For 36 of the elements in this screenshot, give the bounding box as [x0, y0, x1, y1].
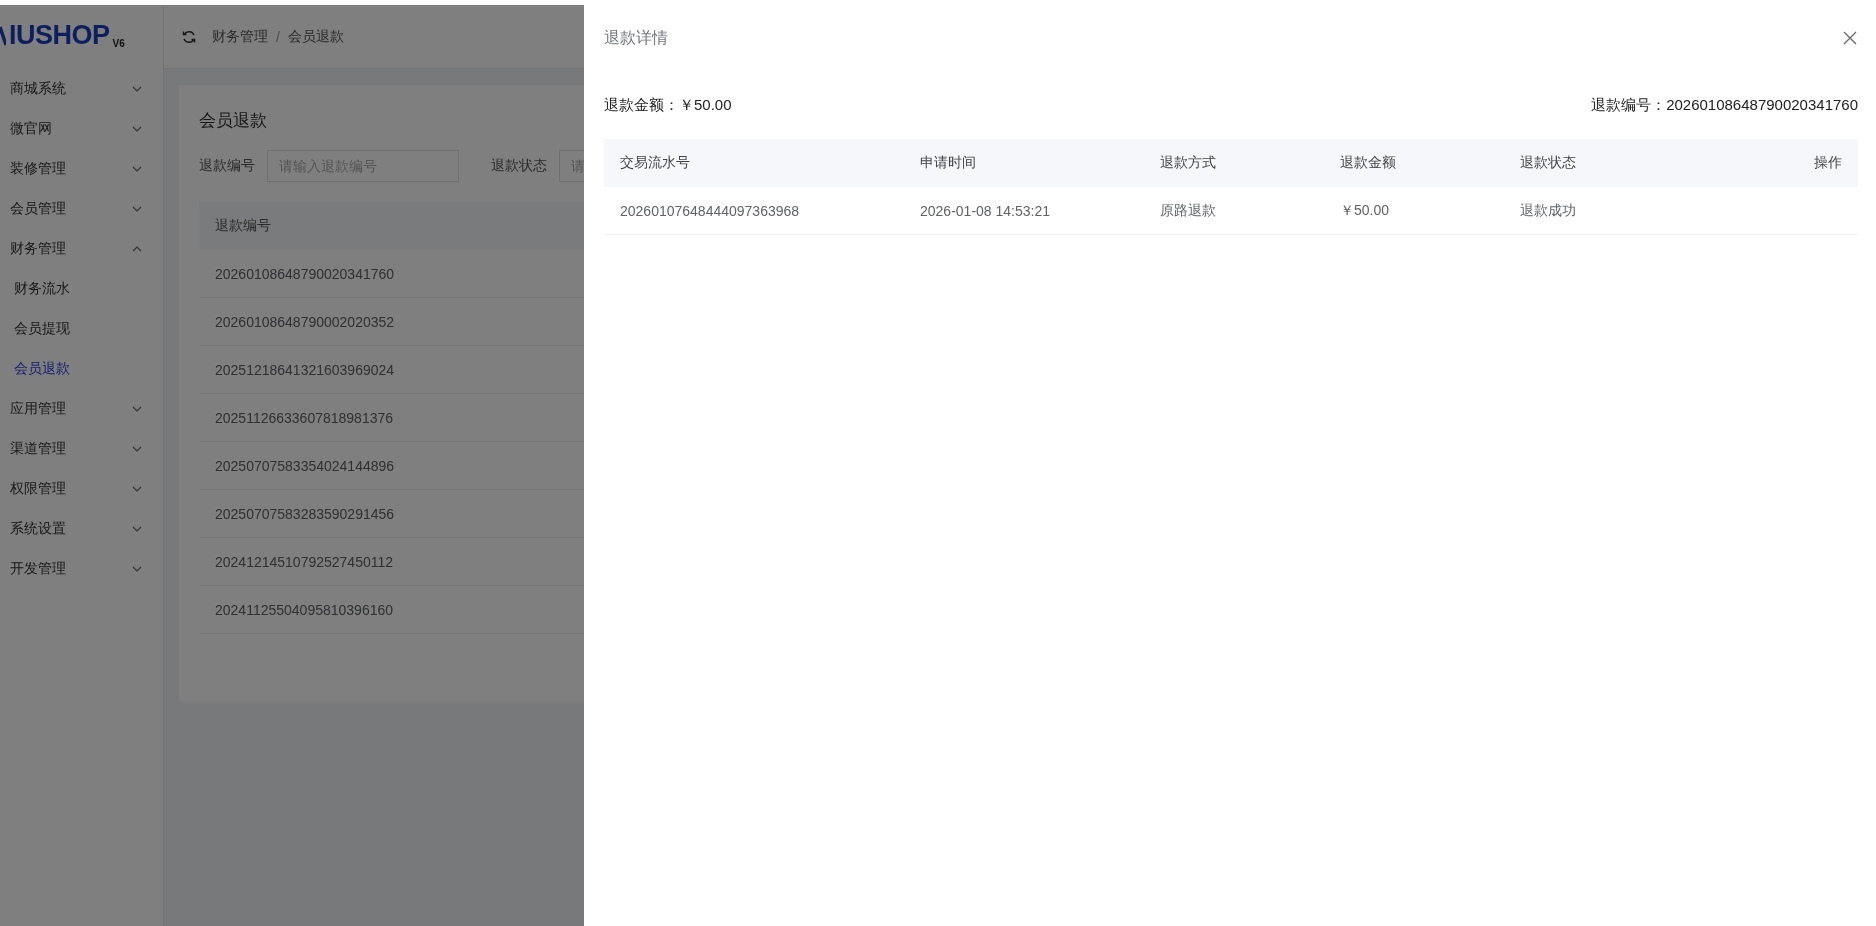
- menu-item[interactable]: 装修管理: [0, 149, 163, 189]
- submenu-item[interactable]: 会员提现: [0, 309, 163, 349]
- refund-number: 退款编号：20260108648790020341760: [1591, 96, 1858, 115]
- table-cell: 原路退款: [1160, 201, 1216, 220]
- table-cell: 20260107648444097363968: [620, 202, 800, 219]
- drawer-title: 退款详情: [604, 27, 668, 48]
- menu-item[interactable]: 权限管理: [0, 469, 163, 509]
- table-cell: 2026-01-08 14:53:21: [920, 202, 1050, 219]
- menu-item[interactable]: 财务管理: [0, 229, 163, 269]
- column-header: 退款金额: [1324, 139, 1504, 187]
- breadcrumb-item[interactable]: 财务管理: [212, 27, 268, 46]
- column-header: 交易流水号: [604, 139, 904, 187]
- menu-item[interactable]: 系统设置: [0, 509, 163, 549]
- menu-item[interactable]: 开发管理: [0, 549, 163, 589]
- close-icon[interactable]: [1842, 30, 1858, 46]
- submenu-item[interactable]: 会员退款: [0, 349, 163, 389]
- table-cell: 退款成功: [1520, 201, 1576, 220]
- column-header: 退款状态: [1504, 139, 1738, 187]
- column-header: 申请时间: [904, 139, 1144, 187]
- menu-item[interactable]: 微官网: [0, 109, 163, 149]
- logo-mark-icon: [0, 25, 6, 47]
- breadcrumb-item: 会员退款: [287, 27, 344, 46]
- logo: IUSHOP V6: [0, 5, 163, 69]
- submenu-item[interactable]: 财务流水: [0, 269, 163, 309]
- menu-item[interactable]: 应用管理: [0, 389, 163, 429]
- refresh-icon[interactable]: [182, 29, 196, 44]
- column-header: 操作: [1738, 139, 1858, 187]
- column-header: 退款方式: [1144, 139, 1324, 187]
- page-title: 会员退款: [199, 110, 268, 132]
- filter-label: 退款编号: [199, 157, 255, 175]
- refund-amount: 退款金额：￥50.00: [604, 96, 732, 115]
- menu-item[interactable]: 商城系统: [0, 69, 163, 109]
- menu-item[interactable]: 会员管理: [0, 189, 163, 229]
- filter-label: 退款状态: [491, 157, 547, 175]
- menu-item[interactable]: 渠道管理: [0, 429, 163, 469]
- breadcrumb-separator: /: [276, 28, 280, 45]
